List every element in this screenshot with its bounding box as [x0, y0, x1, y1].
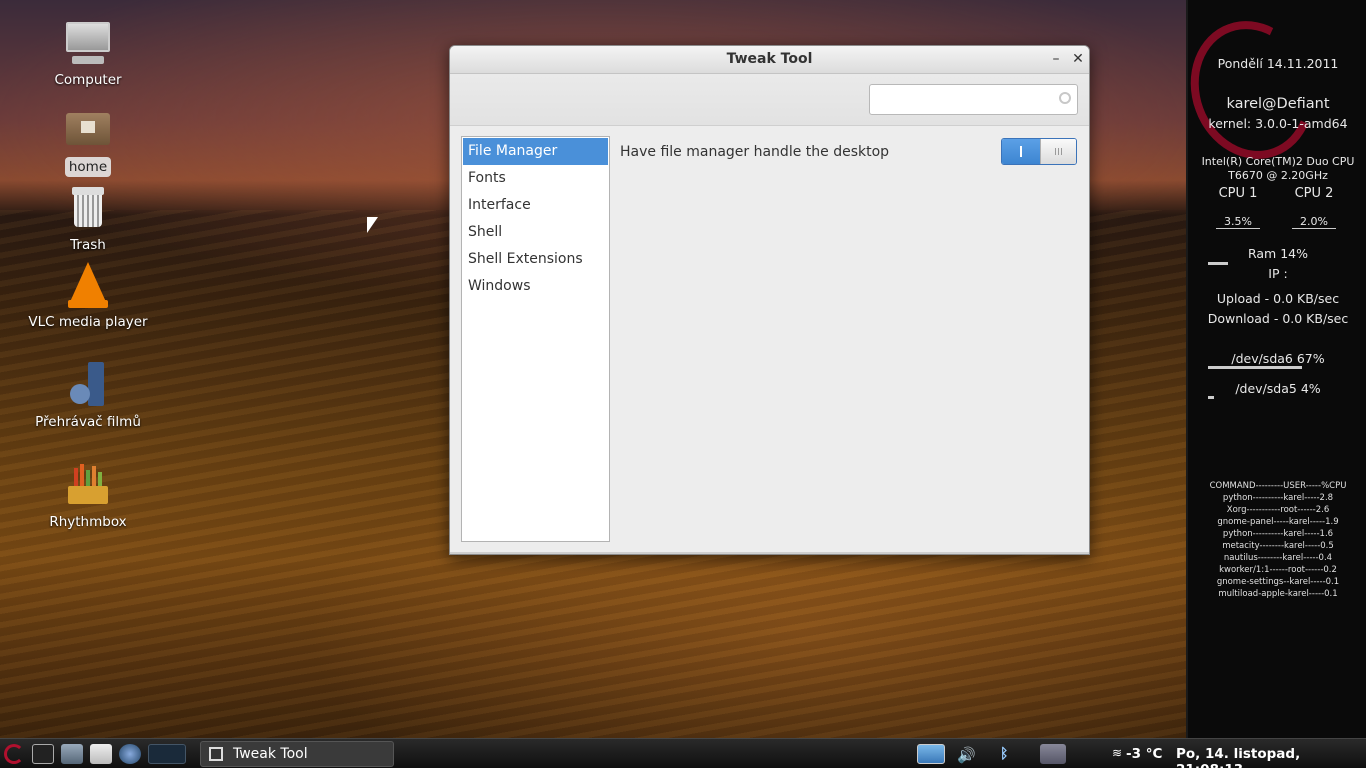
bluetooth-icon[interactable]: ᛒ: [1000, 746, 1008, 762]
sidebar-item-file-manager[interactable]: File Manager: [463, 138, 608, 165]
tweak-tool-icon: [209, 747, 223, 761]
taskbar-button-tweak-tool[interactable]: Tweak Tool: [200, 741, 394, 767]
search-icon: [1059, 92, 1071, 104]
conky-user: karel@Defiant: [1226, 96, 1330, 112]
conky-process-list: COMMAND---------USER-----%CPU python----…: [1188, 480, 1366, 600]
process-row: nautilus--------karel-----0.4: [1223, 553, 1333, 563]
sidebar-item-fonts[interactable]: Fonts: [463, 165, 608, 192]
taskbar-button-label: Tweak Tool: [233, 746, 308, 762]
trash-icon: [64, 185, 112, 233]
desktop-icon-computer[interactable]: Computer: [18, 20, 158, 88]
conky-download: Download - 0.0 KB/sec: [1207, 311, 1349, 326]
desktop-icon-totem[interactable]: Přehrávač filmů: [18, 362, 158, 430]
notification-icon[interactable]: [917, 744, 945, 764]
home-folder-icon: [64, 105, 112, 153]
conky-ip: IP :: [1268, 266, 1288, 281]
conky-sda6: /dev/sda6 67%: [1231, 351, 1325, 366]
volume-icon[interactable]: 🔊: [957, 746, 976, 764]
desktop-icon-label: Trash: [70, 237, 106, 253]
conky-sda5-bar: [1208, 396, 1214, 399]
vlc-cone-icon: [64, 262, 112, 310]
process-row: kworker/1:1------root------0.2: [1219, 565, 1337, 575]
sidebar-item-windows[interactable]: Windows: [463, 273, 608, 300]
category-sidebar: File Manager Fonts Interface Shell Shell…: [461, 136, 610, 542]
process-row: gnome-settings--karel-----0.1: [1216, 577, 1340, 587]
process-row: python----------karel-----2.8: [1222, 493, 1334, 503]
conky-sda6-bar: [1208, 366, 1302, 369]
conky-upload: Upload - 0.0 KB/sec: [1216, 291, 1340, 306]
rhythmbox-icon: [64, 462, 112, 510]
toggle-knob[interactable]: [1040, 139, 1076, 164]
conky-sda5: /dev/sda5 4%: [1235, 381, 1321, 396]
file-manager-icon[interactable]: [61, 744, 83, 764]
sidebar-item-shell-extensions[interactable]: Shell Extensions: [463, 246, 608, 273]
search-input[interactable]: [869, 84, 1078, 115]
text-editor-icon[interactable]: [90, 744, 112, 764]
sidebar-item-shell[interactable]: Shell: [463, 219, 608, 246]
film-player-icon: [64, 362, 112, 410]
weather-icon[interactable]: ≋: [1112, 746, 1122, 760]
close-button[interactable]: ✕: [1069, 50, 1087, 68]
process-row: Xorg-----------root------2.6: [1226, 505, 1330, 515]
computer-icon: [64, 20, 112, 68]
conky-kernel: kernel: 3.0.0-1-amd64: [1208, 116, 1348, 131]
terminal-icon[interactable]: [32, 744, 54, 764]
weather-temperature[interactable]: -3 °C: [1126, 746, 1162, 762]
desktop-icon-label: VLC media player: [28, 314, 148, 330]
clock[interactable]: Po, 14. listopad, 21:08:13: [1176, 746, 1366, 768]
tweak-tool-window: Tweak Tool – ✕ File Manager Fonts Interf…: [449, 45, 1090, 555]
web-browser-icon[interactable]: [119, 744, 141, 764]
conky-cpu-model-2: T6670 @ 2.20GHz: [1228, 169, 1328, 182]
conky-cpu1-value: 3.5%: [1216, 215, 1260, 229]
workspace-switcher[interactable]: [148, 744, 186, 764]
process-row: gnome-panel-----karel-----1.9: [1217, 517, 1339, 527]
conky-date: Pondělí 14.11.2011: [1217, 56, 1339, 71]
desktop-icon-home[interactable]: home: [18, 105, 158, 177]
desktop-icon-label: Computer: [54, 72, 122, 88]
conky-monitor-panel: Pondělí 14.11.2011 karel@Defiant kernel:…: [1171, 0, 1366, 738]
process-row: python----------karel-----1.6: [1222, 529, 1334, 539]
conky-cpu2-label: CPU 2: [1294, 186, 1334, 201]
desktop-icon-rhythmbox[interactable]: Rhythmbox: [18, 462, 158, 530]
bottom-panel: Tweak Tool 🔊 ᛒ ≋ -3 °C Po, 14. listopad,…: [0, 738, 1366, 768]
mouse-cursor-icon: [367, 217, 378, 233]
desktop-icon-trash[interactable]: Trash: [18, 185, 158, 253]
handle-desktop-toggle[interactable]: [1001, 138, 1077, 165]
process-row: metacity--------karel-----0.5: [1222, 541, 1334, 551]
window-title: Tweak Tool: [726, 51, 813, 67]
desktop-icon-label: Přehrávač filmů: [35, 414, 141, 430]
desktop-icon-vlc[interactable]: VLC media player: [18, 262, 158, 330]
window-toolbar: [450, 74, 1089, 126]
network-icon[interactable]: [1040, 744, 1066, 764]
sidebar-item-interface[interactable]: Interface: [463, 192, 608, 219]
conky-cpu2-value: 2.0%: [1292, 215, 1336, 229]
setting-label-handle-desktop: Have file manager handle the desktop: [620, 144, 890, 160]
toggle-on-indicator: [1002, 139, 1040, 164]
conky-cpu-model: Intel(R) Core(TM)2 Duo CPU: [1201, 155, 1355, 168]
window-titlebar[interactable]: Tweak Tool – ✕: [450, 46, 1089, 74]
conky-ram-bar: [1208, 262, 1228, 265]
conky-cpu1-label: CPU 1: [1218, 186, 1258, 201]
conky-ram: Ram 14%: [1247, 246, 1308, 261]
desktop-icon-label: home: [64, 157, 112, 177]
process-row: multiload-apple-karel-----0.1: [1218, 589, 1338, 599]
desktop-icon-label: Rhythmbox: [49, 514, 127, 530]
debian-menu-icon[interactable]: [4, 744, 24, 764]
process-row: COMMAND---------USER-----%CPU: [1209, 481, 1347, 491]
debian-swirl-logo: [1171, 3, 1333, 177]
window-bottom-edge: [450, 552, 1089, 554]
minimize-button[interactable]: –: [1047, 50, 1065, 68]
